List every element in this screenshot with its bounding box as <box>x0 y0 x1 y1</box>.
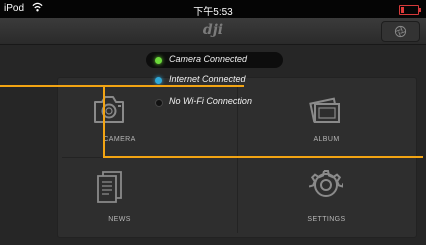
callout-line <box>103 85 105 157</box>
album-icon <box>309 97 340 123</box>
camera-icon <box>94 96 124 123</box>
aperture-icon <box>394 25 407 38</box>
news-tile[interactable]: NEWS <box>58 158 237 237</box>
settings-label: SETTINGS <box>307 216 346 223</box>
status-dot <box>155 57 162 64</box>
callout-line <box>103 156 423 158</box>
status-dot <box>155 77 162 84</box>
camera-tile[interactable]: CAMERA <box>58 78 237 157</box>
news-label: NEWS <box>108 216 131 223</box>
settings-tile[interactable]: SETTINGS <box>237 158 416 237</box>
album-label: ALBUM <box>313 136 340 143</box>
app-header: dji <box>0 18 426 45</box>
status-wifi-label: No Wi-Fi Connection <box>169 96 252 106</box>
camera-label: CAMERA <box>103 136 136 143</box>
news-icon <box>97 171 122 203</box>
gear-icon <box>309 170 343 197</box>
callout-line <box>0 85 244 87</box>
album-tile[interactable]: ALBUM <box>237 78 416 157</box>
status-internet-label: Internet Connected <box>169 74 246 84</box>
battery-icon <box>399 5 421 15</box>
status-bar: iPod 下午5:53 <box>0 0 426 18</box>
status-time: 下午5:53 <box>193 7 233 18</box>
status-camera-label: Camera Connected <box>169 54 248 64</box>
status-dot <box>155 99 163 107</box>
header-settings-button[interactable] <box>381 21 420 42</box>
dji-logo: dji <box>202 22 224 38</box>
